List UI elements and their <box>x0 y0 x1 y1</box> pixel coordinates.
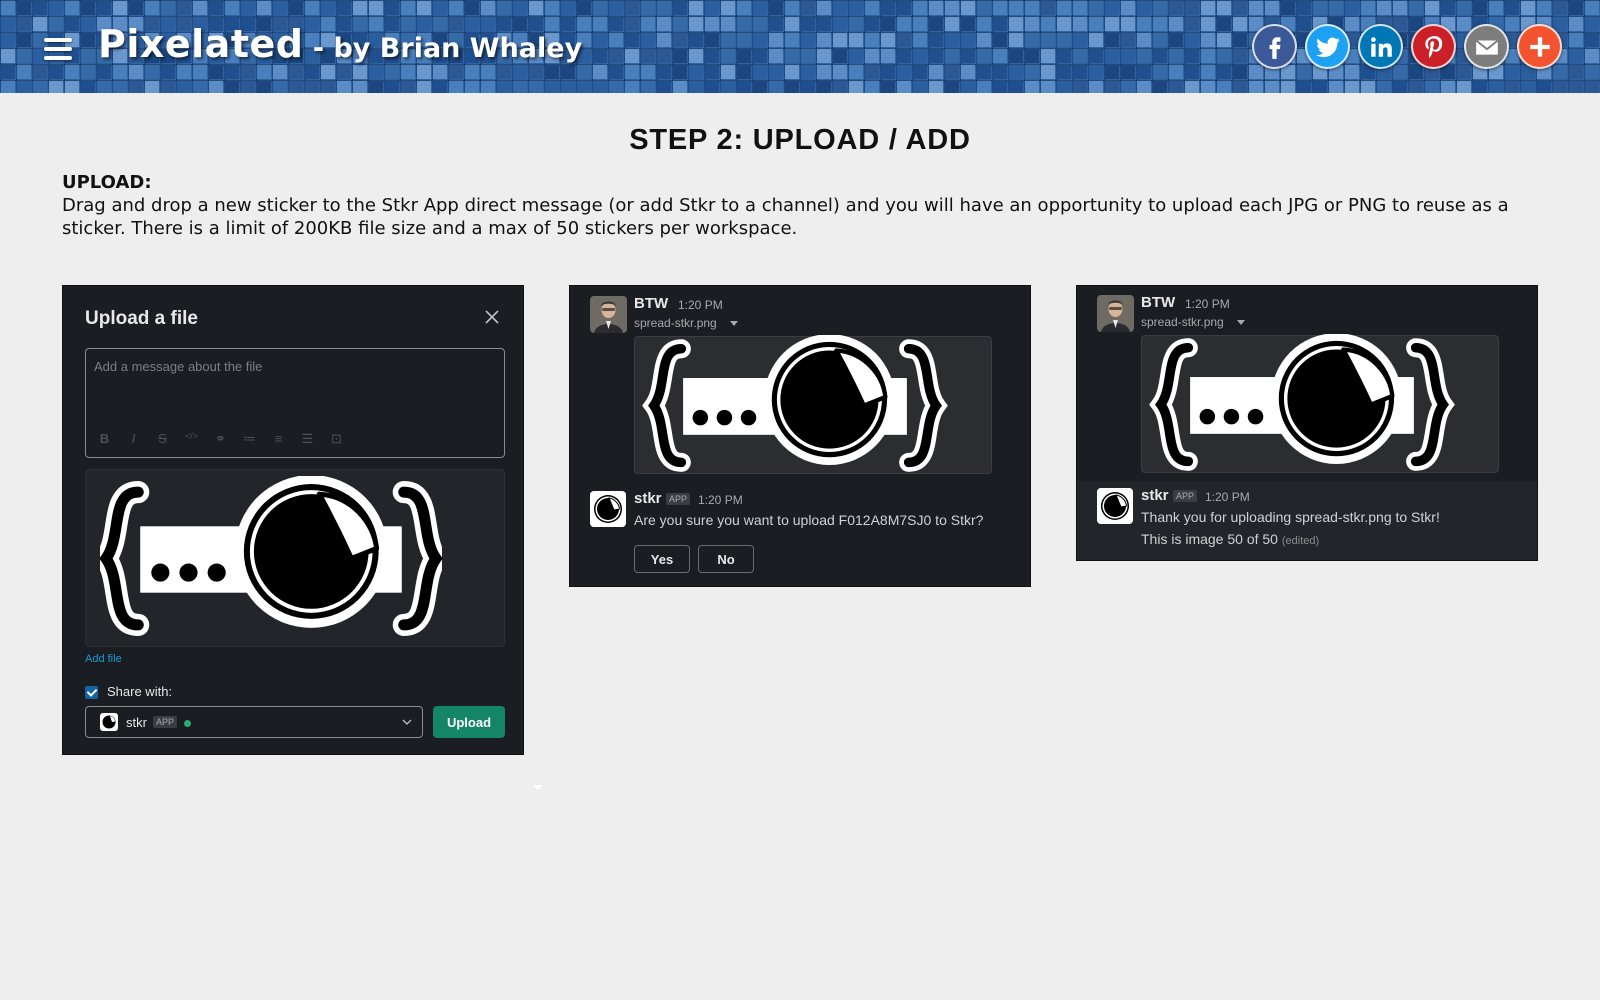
bot-message-line-2-text: This is image 50 of 50 <box>1141 531 1278 547</box>
more-share-button[interactable] <box>1517 24 1562 69</box>
stkr-avatar <box>590 491 626 527</box>
upload-dialog-title: Upload a file <box>85 308 198 329</box>
edited-label: (edited) <box>1281 535 1320 547</box>
email-share-button[interactable] <box>1464 24 1509 69</box>
online-status-icon <box>184 720 191 727</box>
stkr-avatar <box>1097 488 1133 524</box>
sticker-image <box>100 476 442 642</box>
sticker-image <box>637 335 953 477</box>
app-badge: APP <box>1173 490 1198 502</box>
bot-name[interactable]: stkr <box>634 490 662 507</box>
file-name[interactable]: spread-stkr.png <box>634 316 717 330</box>
share-buttons <box>1252 24 1562 69</box>
facebook-icon <box>1269 36 1280 59</box>
italic-icon[interactable]: I <box>125 431 142 447</box>
stray-caret-icon <box>533 785 543 790</box>
code-icon[interactable]: </> <box>183 431 200 447</box>
bulleted-list-icon[interactable]: ≡ <box>270 431 287 447</box>
strikethrough-icon[interactable]: S <box>154 431 171 447</box>
site-brand[interactable]: Pixelated - by Brian Whaley <box>98 22 582 66</box>
facebook-share-button[interactable] <box>1252 24 1297 69</box>
upload-button[interactable]: Upload <box>433 706 505 738</box>
plus-icon <box>1529 36 1550 57</box>
bot-message-line-1: Thank you for uploading spread-stkr.png … <box>1141 509 1440 525</box>
formatting-toolbar: B I S </> ⚭ ≔ ≡ ☰ ⊡ <box>96 431 345 447</box>
caret-down-icon[interactable] <box>1237 320 1245 326</box>
code-block-icon[interactable]: ⊡ <box>328 431 345 447</box>
share-checkbox[interactable] <box>85 686 98 699</box>
email-icon <box>1475 39 1498 55</box>
bot-message: Are you sure you want to upload F012A8M7… <box>634 512 984 528</box>
message-time[interactable]: 1:20 PM <box>698 493 743 507</box>
pinterest-icon <box>1424 35 1442 58</box>
user-name[interactable]: BTW <box>634 295 668 312</box>
link-icon[interactable]: ⚭ <box>212 431 229 447</box>
image-attachment[interactable] <box>634 336 992 474</box>
app-badge: APP <box>666 493 691 505</box>
twitter-share-button[interactable] <box>1305 24 1350 69</box>
bold-icon[interactable]: B <box>96 431 113 447</box>
quote-icon[interactable]: ☰ <box>299 431 316 447</box>
linkedin-icon <box>1370 36 1392 57</box>
share-with-label: Share with: <box>107 684 173 699</box>
user-name[interactable]: BTW <box>1141 294 1175 311</box>
message-time[interactable]: 1:20 PM <box>678 298 723 312</box>
step-title: STEP 2: UPLOAD / ADD <box>629 124 971 156</box>
user-avatar <box>590 296 627 333</box>
close-icon[interactable] <box>481 306 503 328</box>
confirm-message-screenshot: BTW 1:20 PM spread-stkr.png stkr APP 1:2… <box>569 285 1031 587</box>
message-time[interactable]: 1:20 PM <box>1205 490 1250 504</box>
stkr-avatar <box>100 713 118 731</box>
message-placeholder: Add a message about the file <box>94 359 263 374</box>
site-byline: - by Brian Whaley <box>303 33 583 64</box>
chevron-down-icon <box>402 719 412 725</box>
file-name[interactable]: spread-stkr.png <box>1141 315 1224 329</box>
bot-message-line-2: This is image 50 of 50 (edited) <box>1141 531 1319 547</box>
no-button[interactable]: No <box>698 545 754 573</box>
ordered-list-icon[interactable]: ≔ <box>241 431 258 447</box>
site-name: Pixelated <box>98 22 304 66</box>
image-attachment[interactable] <box>1141 335 1499 473</box>
message-input[interactable]: Add a message about the file B I S </> ⚭… <box>85 348 505 458</box>
message-time[interactable]: 1:20 PM <box>1185 297 1230 311</box>
section-description: Drag and drop a new sticker to the Stkr … <box>62 195 1509 239</box>
add-file-link[interactable]: Add file <box>85 653 122 665</box>
thanks-message-screenshot: BTW 1:20 PM spread-stkr.png stkr APP 1:2… <box>1076 285 1538 561</box>
user-avatar <box>1097 295 1134 332</box>
app-badge: APP <box>153 716 178 728</box>
linkedin-share-button[interactable] <box>1358 24 1403 69</box>
twitter-icon <box>1315 37 1340 57</box>
share-target-name: stkr <box>126 715 147 730</box>
share-target-select[interactable]: stkr APP <box>85 706 423 738</box>
hamburger-menu-icon[interactable] <box>44 38 72 62</box>
pinterest-share-button[interactable] <box>1411 24 1456 69</box>
site-header: Pixelated - by Brian Whaley <box>0 0 1600 93</box>
file-preview <box>85 469 505 647</box>
caret-down-icon[interactable] <box>730 321 738 327</box>
yes-button[interactable]: Yes <box>634 545 690 573</box>
section-label: UPLOAD: <box>62 172 152 193</box>
sticker-image <box>1144 334 1460 476</box>
upload-dialog-screenshot: Upload a file Add a message about the fi… <box>62 285 524 755</box>
bot-name[interactable]: stkr <box>1141 487 1169 504</box>
